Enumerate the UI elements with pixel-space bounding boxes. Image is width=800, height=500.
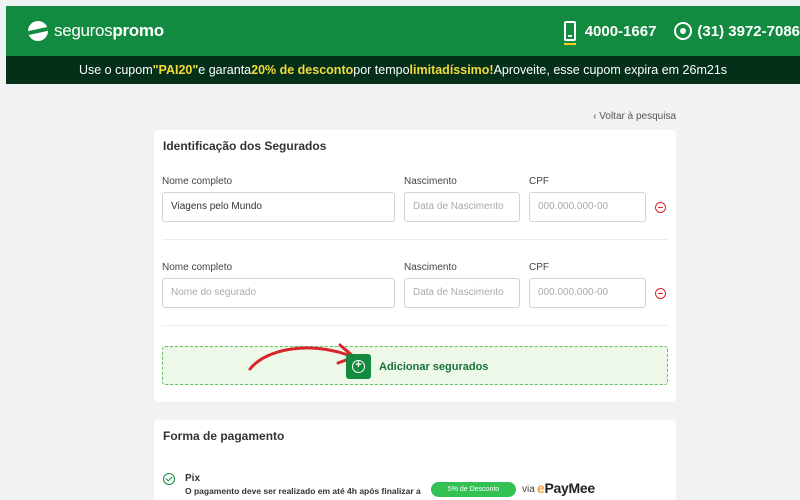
- via-label: via: [522, 484, 535, 495]
- promo-text: Aproveite, esse cupom expira em 26m21s: [493, 63, 728, 77]
- insured-title: Identificação dos Segurados: [163, 139, 327, 153]
- insured-card: Identificação dos Segurados Nome complet…: [154, 130, 676, 402]
- red-arrow-annotation: [248, 343, 356, 371]
- promo-discount: 20% de desconto: [251, 63, 354, 77]
- promo-banner: Use o cupom "PAI20" e garanta 20% de des…: [6, 56, 800, 84]
- promo-text: por tempo: [353, 63, 410, 77]
- paymee-mark-icon: e: [537, 480, 545, 496]
- discount-badge: 5% de Desconto: [431, 482, 516, 497]
- paymee-logo: ePayMee: [537, 480, 595, 496]
- site-header: segurospromo 4000-1667 (31) 3972-7086: [6, 6, 800, 56]
- phone-icon: [563, 21, 576, 45]
- birth-label: Nascimento: [404, 176, 457, 187]
- row-divider: [162, 325, 668, 326]
- add-insured-area[interactable]: Adicionar segurados: [162, 343, 668, 385]
- phone-contact[interactable]: 4000-1667: [563, 21, 657, 45]
- logo-text: segurospromo: [54, 21, 164, 40]
- whatsapp-contact[interactable]: (31) 3972-7086: [674, 22, 800, 40]
- pix-option-title[interactable]: Pix: [185, 473, 200, 484]
- name-label: Nome completo: [162, 262, 233, 273]
- cpf-input[interactable]: 000.000.000-00: [529, 192, 646, 222]
- check-circle-icon[interactable]: [163, 473, 175, 485]
- payment-card: Forma de pagamento Pix O pagamento deve …: [154, 420, 676, 500]
- header-contacts: 4000-1667 (31) 3972-7086: [546, 21, 800, 45]
- promo-limited: limitadíssimo!: [409, 63, 494, 77]
- birth-input[interactable]: Data de Nascimento: [404, 192, 520, 222]
- name-label: Nome completo: [162, 176, 233, 187]
- remove-insured-icon[interactable]: [655, 202, 666, 213]
- logo-icon: [28, 21, 48, 41]
- promo-code: "PAI20": [152, 63, 199, 77]
- back-to-search-link[interactable]: ‹ Voltar à pesquisa: [593, 111, 676, 122]
- add-insured-label: Adicionar segurados: [379, 360, 489, 373]
- logo[interactable]: segurospromo: [28, 21, 164, 41]
- pix-option-description: O pagamento deve ser realizado em até 4h…: [185, 486, 421, 496]
- cpf-label: CPF: [529, 176, 549, 187]
- cpf-input[interactable]: 000.000.000-00: [529, 278, 646, 308]
- birth-label: Nascimento: [404, 262, 457, 273]
- birth-input[interactable]: Data de Nascimento: [404, 278, 520, 308]
- whatsapp-icon: [674, 22, 693, 40]
- promo-text: e garanta: [198, 63, 252, 77]
- promo-text: Use o cupom: [78, 63, 153, 77]
- row-divider: [162, 239, 668, 240]
- cpf-label: CPF: [529, 262, 549, 273]
- name-input[interactable]: Nome do segurado: [162, 278, 395, 308]
- plus-circle-icon: [346, 354, 371, 379]
- whatsapp-number: (31) 3972-7086: [697, 22, 800, 40]
- name-input[interactable]: Viagens pelo Mundo: [162, 192, 395, 222]
- add-insured-button[interactable]: Adicionar segurados: [346, 354, 488, 379]
- remove-insured-icon[interactable]: [655, 288, 666, 299]
- phone-number: 4000-1667: [584, 22, 657, 40]
- payment-title: Forma de pagamento: [163, 429, 285, 443]
- paymee-text: PayMee: [544, 480, 596, 496]
